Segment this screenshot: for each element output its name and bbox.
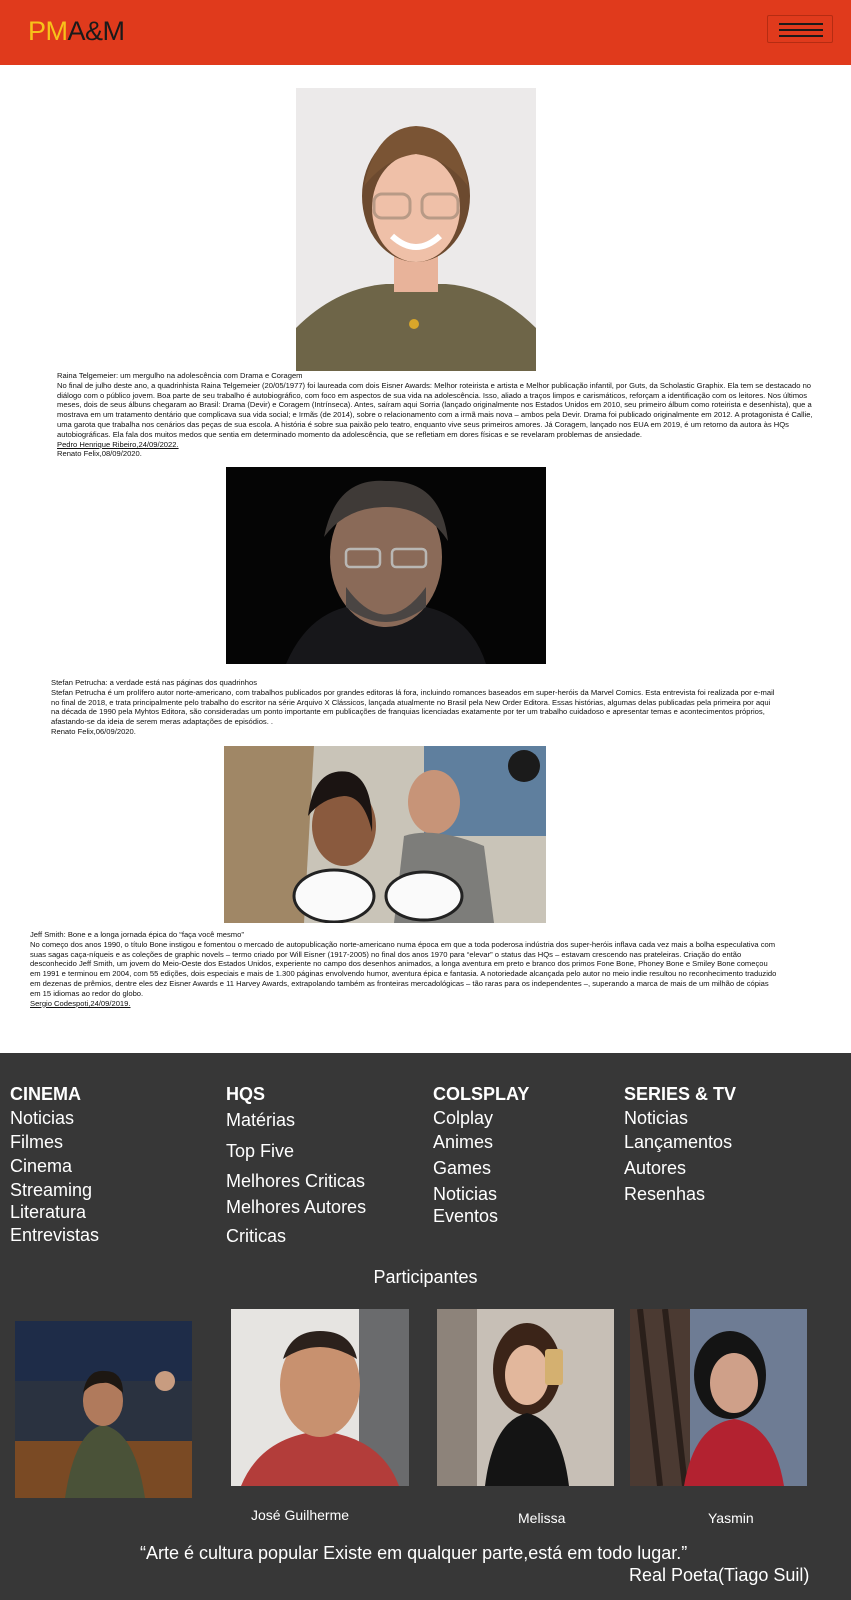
footer-column-title: SERIES & TV — [624, 1084, 737, 1104]
footer: CINEMA Noticias Filmes Cinema Streaming … — [0, 1053, 851, 1600]
footer-link-animes[interactable]: Animes — [433, 1130, 529, 1154]
article-author-link[interactable]: Sergio Codespoti,24/09/2019. — [30, 999, 130, 1009]
footer-link-resenhas[interactable]: Resenhas — [624, 1182, 736, 1206]
footer-column-series-tv: SERIES & TV Noticias Lançamentos Autores… — [624, 1083, 736, 1206]
footer-column-colsplay: COLSPLAY Colplay Animes Games Noticias E… — [433, 1083, 529, 1227]
participant-name-3: Melissa — [518, 1510, 566, 1526]
footer-link-top-five[interactable]: Top Five — [226, 1134, 366, 1168]
hamburger-menu-icon[interactable] — [767, 15, 833, 43]
participants-title: Participantes — [373, 1267, 478, 1287]
footer-column-hqs: HQS Matérias Top Five Melhores Criticas … — [226, 1083, 366, 1252]
participant-name-4: Yasmin — [708, 1510, 754, 1526]
footer-link-autores[interactable]: Autores — [624, 1154, 736, 1182]
footer-quote-author: Real Poeta(Tiago Suil) — [629, 1565, 810, 1585]
footer-column-cinema: CINEMA Noticias Filmes Cinema Streaming … — [10, 1083, 99, 1247]
article-author: Renato Felix,06/09/2020. — [51, 726, 136, 736]
participant-photo-1 — [15, 1321, 192, 1498]
footer-link-noticias[interactable]: Noticias — [10, 1106, 99, 1130]
footer-link-melhores-autores[interactable]: Melhores Autores — [226, 1194, 366, 1220]
participant-photo-2 — [231, 1309, 409, 1486]
article-photo-jeff-smith — [224, 746, 546, 923]
footer-column-title: CINEMA — [10, 1084, 81, 1104]
footer-link-streaming[interactable]: Streaming — [10, 1178, 99, 1202]
footer-column-title: COLSPLAY — [433, 1084, 530, 1104]
footer-link-noticias[interactable]: Noticias — [433, 1182, 529, 1206]
article-petrucha: Stefan Petrucha: a verdade está nas pági… — [51, 678, 775, 737]
participant-name-2: José Guilherme — [251, 1507, 350, 1523]
article-title: Raina Telgemeier: um mergulho na adolesc… — [57, 371, 303, 380]
footer-link-entrevistas[interactable]: Entrevistas — [10, 1223, 99, 1247]
article-photo-petrucha — [226, 467, 546, 664]
footer-link-criticas[interactable]: Criticas — [226, 1220, 366, 1252]
footer-quote: “Arte é cultura popular Existe em qualqu… — [140, 1543, 688, 1563]
footer-link-melhores-criticas[interactable]: Melhores Criticas — [226, 1168, 366, 1194]
top-navbar: PMA&M — [0, 0, 851, 65]
participant-photo-4 — [630, 1309, 807, 1486]
footer-link-materias[interactable]: Matérias — [226, 1106, 366, 1134]
article-photo-raina — [296, 88, 536, 371]
article-body: Stefan Petrucha é um prolífero autor nor… — [51, 687, 775, 727]
article-raina: Raina Telgemeier: um mergulho na adolesc… — [57, 371, 817, 459]
article-jeff-smith: Jeff Smith: Bone e a longa jornada épica… — [30, 930, 780, 1008]
article-title: Stefan Petrucha: a verdade está nas pági… — [51, 678, 258, 687]
article-body: No final de julho deste ano, a quadrinhi… — [57, 380, 813, 439]
footer-link-filmes[interactable]: Filmes — [10, 1130, 99, 1154]
article-author-link[interactable]: Pedro Henrique Ribeiro,24/09/2022. — [57, 440, 179, 450]
footer-link-colplay[interactable]: Colplay — [433, 1106, 529, 1130]
article-author: Renato Felix,08/09/2020. — [57, 449, 142, 459]
footer-link-literatura[interactable]: Literatura — [10, 1202, 99, 1223]
footer-link-cinema[interactable]: Cinema — [10, 1154, 99, 1178]
logo-am: A&M — [67, 16, 126, 46]
footer-link-games[interactable]: Games — [433, 1154, 529, 1182]
footer-link-eventos[interactable]: Eventos — [433, 1206, 529, 1227]
article-body: No começo dos anos 1990, o título Bone i… — [30, 939, 777, 998]
article-title: Jeff Smith: Bone e a longa jornada épica… — [30, 930, 244, 939]
site-logo[interactable]: PMA&M — [28, 16, 125, 47]
footer-column-title: HQS — [226, 1084, 266, 1104]
footer-link-noticias[interactable]: Noticias — [624, 1106, 736, 1130]
logo-pm: PM — [28, 16, 68, 46]
participant-photo-3 — [437, 1309, 614, 1486]
footer-link-lancamentos[interactable]: Lançamentos — [624, 1130, 736, 1154]
